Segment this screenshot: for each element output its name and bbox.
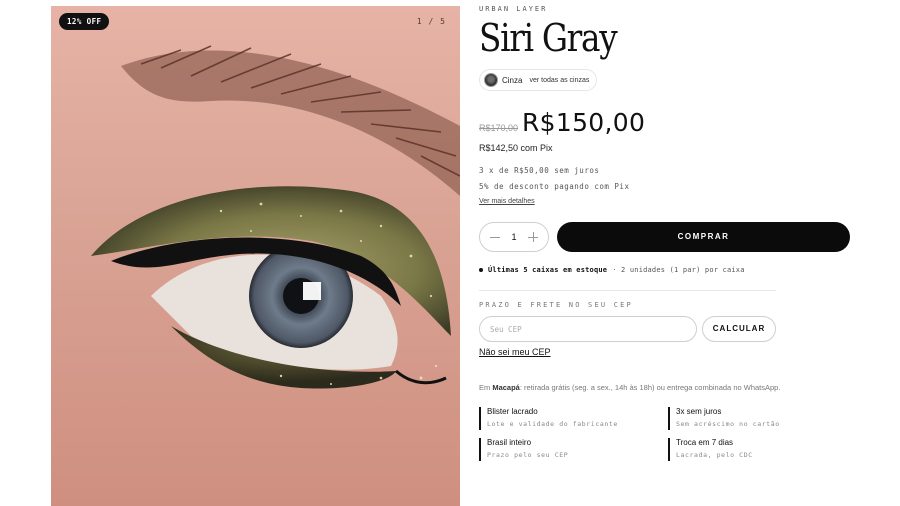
color-swatch-selector[interactable]: Cinza ver todas as cinzas [479, 69, 597, 91]
divider [479, 290, 776, 291]
stock-strong-text: Últimas 5 caixas em estoque [488, 266, 608, 274]
feature-title: Brasil inteiro [487, 438, 532, 447]
shipping-label: PRAZO E FRETE NO SEU CEP [479, 301, 633, 309]
more-details-link[interactable]: Ver mais detalhes [479, 198, 535, 205]
buy-button[interactable]: COMPRAR [557, 222, 850, 252]
feature-subtitle: Lacrada, pelo CDC [676, 451, 753, 459]
color-swatch-dot[interactable] [484, 73, 498, 87]
brand-name[interactable]: URBAN LAYER [479, 5, 547, 13]
eye-makeup-photo [51, 6, 460, 506]
calculate-button[interactable]: CALCULAR [702, 316, 776, 342]
stock-notice: Últimas 5 caixas em estoque · 2 unidades… [479, 266, 745, 274]
feature-title: Blister lacrado [487, 407, 538, 416]
feature-blister: Blister lacrado Lote e validade do fabri… [479, 407, 618, 430]
feature-subtitle: Prazo pelo seu CEP [487, 451, 569, 459]
discount-badge: 12% OFF [59, 13, 110, 30]
cep-input[interactable] [479, 316, 697, 342]
pix-price: R$142,50 com Pix [479, 143, 553, 153]
product-image-gallery[interactable]: 12% OFF 1 / 5 [51, 6, 460, 506]
pickup-info: Em Macapá: retirada grátis (seg. a sex.,… [479, 383, 780, 392]
see-all-grays-link[interactable]: ver todas as cinzas [529, 77, 589, 84]
quantity-value[interactable]: 1 [511, 232, 516, 242]
feature-exchange: Troca em 7 dias Lacrada, pelo CDC [668, 438, 753, 461]
pickup-prefix: Em [479, 383, 491, 392]
minus-icon[interactable] [489, 231, 501, 243]
pix-discount-text: 5% de desconto pagando com Pix [479, 182, 630, 191]
feature-shipping: Brasil inteiro Prazo pelo seu CEP [479, 438, 568, 461]
quantity-stepper[interactable]: 1 [479, 222, 549, 252]
pickup-rest: : retirada grátis (seg. a sex., 14h às 1… [519, 383, 781, 392]
feature-title: Troca em 7 dias [676, 438, 734, 447]
pickup-city: Macapá [492, 383, 520, 392]
no-cep-link[interactable]: Não sei meu CEP [479, 347, 551, 357]
plus-icon[interactable] [527, 231, 539, 243]
image-counter: 1 / 5 [416, 17, 446, 26]
swatch-name: Cinza [502, 75, 523, 85]
old-price: R$170,00 [479, 123, 519, 133]
product-title: Siri Gray [479, 16, 618, 60]
feature-subtitle: Lote e validade do fabricante [487, 420, 618, 428]
feature-installments: 3x sem juros Sem acréscimo no cartão [668, 407, 780, 430]
feature-subtitle: Sem acréscimo no cartão [676, 420, 780, 428]
feature-title: 3x sem juros [676, 407, 722, 416]
stock-rest-text: · 2 unidades (1 par) por caixa [612, 266, 745, 274]
current-price: R$150,00 [522, 108, 646, 137]
stock-dot-icon [479, 268, 483, 272]
installments-text: 3 x de R$50,00 sem juros [479, 166, 600, 175]
